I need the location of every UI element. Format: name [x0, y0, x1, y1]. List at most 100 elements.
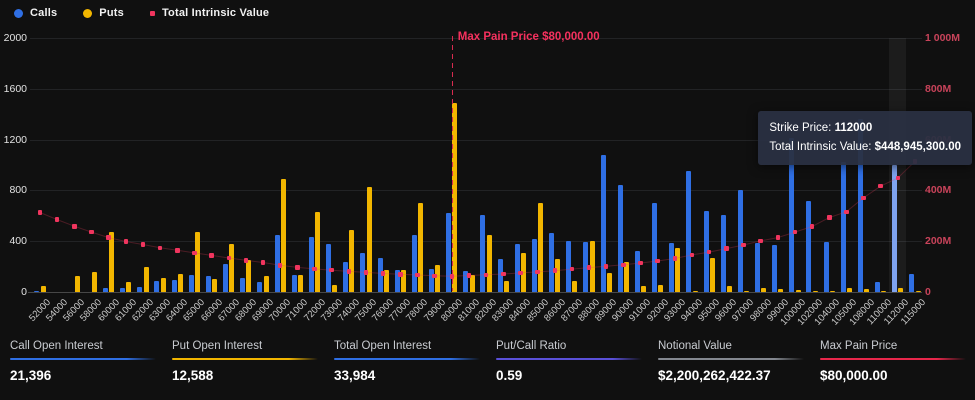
call-bar[interactable] — [755, 243, 760, 292]
call-bar[interactable] — [412, 235, 417, 292]
tiv-dot[interactable] — [381, 271, 386, 276]
tiv-dot[interactable] — [758, 239, 763, 244]
tiv-dot[interactable] — [106, 235, 111, 240]
put-bar[interactable] — [504, 281, 509, 292]
tiv-dot[interactable] — [227, 256, 232, 261]
put-bar[interactable] — [572, 281, 577, 292]
call-bar[interactable] — [721, 215, 726, 292]
tiv-dot[interactable] — [707, 250, 712, 255]
call-bar[interactable] — [34, 291, 39, 292]
tiv-dot[interactable] — [810, 224, 815, 229]
call-bar[interactable] — [892, 165, 897, 292]
put-bar[interactable] — [109, 232, 114, 292]
tiv-dot[interactable] — [793, 230, 798, 235]
call-bar[interactable] — [137, 287, 142, 292]
put-bar[interactable] — [538, 203, 543, 292]
call-bar[interactable] — [618, 185, 623, 292]
put-bar[interactable] — [178, 274, 183, 292]
legend-item-puts[interactable]: Puts — [83, 7, 124, 19]
put-bar[interactable] — [916, 291, 921, 292]
tiv-dot[interactable] — [124, 239, 129, 244]
put-bar[interactable] — [607, 273, 612, 292]
call-bar[interactable] — [738, 190, 743, 292]
call-bar[interactable] — [189, 275, 194, 292]
tiv-dot[interactable] — [398, 272, 403, 277]
call-bar[interactable] — [120, 288, 125, 292]
call-bar[interactable] — [480, 215, 485, 292]
put-bar[interactable] — [195, 232, 200, 292]
put-bar[interactable] — [778, 289, 783, 292]
put-bar[interactable] — [161, 278, 166, 292]
put-bar[interactable] — [693, 291, 698, 292]
call-bar[interactable] — [841, 162, 846, 292]
tiv-dot[interactable] — [141, 242, 146, 247]
put-bar[interactable] — [813, 291, 818, 292]
tiv-dot[interactable] — [604, 264, 609, 269]
call-bar[interactable] — [652, 203, 657, 292]
call-bar[interactable] — [292, 275, 297, 292]
tiv-dot[interactable] — [278, 263, 283, 268]
tiv-dot[interactable] — [827, 215, 832, 220]
legend-item-total-intrinsic-value[interactable]: Total Intrinsic Value — [150, 7, 269, 19]
put-bar[interactable] — [555, 259, 560, 292]
put-bar[interactable] — [264, 276, 269, 292]
call-bar[interactable] — [806, 201, 811, 292]
put-bar[interactable] — [435, 265, 440, 292]
call-bar[interactable] — [669, 243, 674, 292]
tiv-dot[interactable] — [192, 251, 197, 256]
call-bar[interactable] — [429, 269, 434, 292]
put-bar[interactable] — [144, 267, 149, 292]
tiv-dot[interactable] — [244, 258, 249, 263]
tiv-dot[interactable] — [570, 267, 575, 272]
put-bar[interactable] — [864, 289, 869, 292]
tiv-dot[interactable] — [518, 271, 523, 276]
tiv-dot[interactable] — [329, 268, 334, 273]
call-bar[interactable] — [103, 288, 108, 292]
put-bar[interactable] — [881, 291, 886, 292]
call-bar[interactable] — [635, 251, 640, 292]
tiv-dot[interactable] — [364, 270, 369, 275]
put-bar[interactable] — [658, 285, 663, 292]
put-bar[interactable] — [847, 288, 852, 292]
call-bar[interactable] — [549, 233, 554, 292]
put-bar[interactable] — [246, 260, 251, 292]
tiv-dot[interactable] — [38, 210, 43, 215]
tiv-dot[interactable] — [432, 274, 437, 279]
tiv-dot[interactable] — [896, 176, 901, 181]
tiv-dot[interactable] — [261, 260, 266, 265]
call-bar[interactable] — [601, 155, 606, 292]
tiv-dot[interactable] — [776, 235, 781, 240]
put-bar[interactable] — [898, 288, 903, 292]
tiv-dot[interactable] — [587, 265, 592, 270]
put-bar[interactable] — [349, 230, 354, 292]
call-bar[interactable] — [446, 213, 451, 292]
tiv-dot[interactable] — [690, 253, 695, 258]
put-bar[interactable] — [470, 275, 475, 292]
call-bar[interactable] — [257, 282, 262, 292]
tiv-dot[interactable] — [467, 273, 472, 278]
put-bar[interactable] — [830, 291, 835, 292]
tiv-dot[interactable] — [312, 267, 317, 272]
tiv-dot[interactable] — [535, 270, 540, 275]
put-bar[interactable] — [126, 282, 131, 292]
put-bar[interactable] — [710, 258, 715, 292]
put-bar[interactable] — [212, 279, 217, 292]
tiv-dot[interactable] — [844, 210, 849, 215]
tiv-dot[interactable] — [621, 263, 626, 268]
call-bar[interactable] — [172, 280, 177, 292]
tiv-dot[interactable] — [55, 217, 60, 222]
put-bar[interactable] — [41, 286, 46, 292]
put-bar[interactable] — [796, 290, 801, 292]
put-bar[interactable] — [487, 235, 492, 292]
call-bar[interactable] — [686, 171, 691, 292]
put-bar[interactable] — [92, 272, 97, 292]
tiv-dot[interactable] — [655, 259, 660, 264]
tiv-dot[interactable] — [72, 224, 77, 229]
tiv-dot[interactable] — [415, 273, 420, 278]
tiv-dot[interactable] — [347, 269, 352, 274]
call-bar[interactable] — [772, 245, 777, 292]
tiv-dot[interactable] — [484, 273, 489, 278]
tiv-dot[interactable] — [638, 261, 643, 266]
tiv-dot[interactable] — [450, 274, 455, 279]
call-bar[interactable] — [223, 264, 228, 292]
